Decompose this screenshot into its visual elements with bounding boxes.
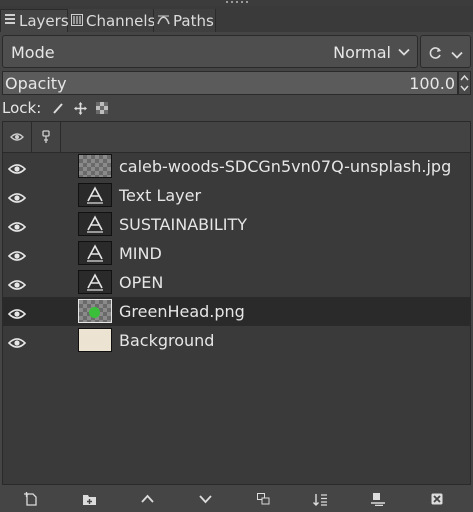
- chevron-up-icon: [140, 494, 154, 503]
- text-layer-icon: [78, 212, 112, 236]
- dock-tab-bar: Layers Channels Paths: [0, 6, 473, 32]
- mode-dropdown[interactable]: Mode Normal: [2, 35, 418, 68]
- chain-icon: [41, 130, 50, 143]
- raise-layer-button[interactable]: [136, 489, 158, 509]
- lock-row: Lock:: [2, 98, 113, 118]
- paths-icon: [157, 12, 170, 30]
- green-head-shape: [89, 307, 100, 318]
- tab-label: Layers: [19, 12, 69, 30]
- duplicate-layer-button[interactable]: [252, 489, 274, 509]
- mask-icon: [371, 493, 385, 506]
- layer-mask-button[interactable]: [367, 489, 389, 509]
- duplicate-icon: [256, 493, 269, 505]
- lock-label: Lock:: [2, 99, 42, 117]
- eye-icon[interactable]: [7, 160, 27, 179]
- composite-mode-button[interactable]: [420, 35, 471, 68]
- chevron-down-icon: [398, 43, 410, 62]
- brush-icon: [53, 103, 64, 114]
- close-icon: [431, 493, 443, 505]
- grip-dots: [226, 1, 250, 3]
- mode-label: Mode: [11, 43, 55, 62]
- chevron-down-icon: [451, 46, 463, 65]
- checkerboard-icon: [96, 102, 109, 114]
- opacity-spin-buttons[interactable]: [458, 71, 471, 95]
- layer-thumbnail: [78, 154, 112, 178]
- eye-icon[interactable]: [7, 305, 27, 324]
- layer-row-1[interactable]: Text Layer: [3, 181, 470, 210]
- chain-column-header[interactable]: [31, 122, 61, 152]
- layers-list-header: [3, 122, 470, 153]
- tab-paths[interactable]: Paths: [154, 9, 216, 32]
- lock-position-button[interactable]: [69, 99, 91, 117]
- eye-icon[interactable]: [7, 334, 27, 353]
- layer-row-2[interactable]: SUSTAINABILITY: [3, 210, 470, 239]
- composite-mode-icon: [429, 45, 443, 64]
- new-layer-group-button[interactable]: [78, 489, 100, 509]
- tab-layers[interactable]: Layers: [0, 9, 69, 32]
- eye-icon[interactable]: [7, 247, 27, 266]
- layer-name: SUSTAINABILITY: [119, 215, 248, 234]
- layer-name: Text Layer: [119, 186, 202, 205]
- eye-icon: [10, 133, 24, 141]
- lower-layer-button[interactable]: [194, 489, 216, 509]
- tab-label: Paths: [173, 11, 214, 30]
- layer-name: caleb-woods-SDCGn5vn07Q-unsplash.jpg: [119, 157, 452, 176]
- visibility-column-header[interactable]: [3, 122, 32, 152]
- text-layer-icon: [78, 183, 112, 207]
- layers-icon: [4, 12, 16, 30]
- layer-row-5[interactable]: GreenHead.png: [3, 297, 470, 326]
- chevron-down-icon: [198, 495, 212, 504]
- tab-channels[interactable]: Channels: [68, 9, 156, 32]
- merge-down-icon: [312, 493, 327, 506]
- new-layer-button[interactable]: [20, 489, 42, 509]
- lock-pixels-button[interactable]: [47, 99, 69, 117]
- layer-row-3[interactable]: MIND: [3, 239, 470, 268]
- layer-row-0[interactable]: caleb-woods-SDCGn5vn07Q-unsplash.jpg: [3, 152, 470, 181]
- layers-list: caleb-woods-SDCGn5vn07Q-unsplash.jpg Tex…: [2, 121, 471, 485]
- layer-thumbnail: [78, 328, 112, 352]
- spin-arrows-icon: [460, 74, 469, 92]
- layer-name: GreenHead.png: [119, 302, 245, 321]
- channels-icon: [71, 12, 83, 30]
- move-icon: [73, 101, 87, 115]
- folder-icon: [82, 494, 96, 505]
- layer-row-4[interactable]: OPEN: [3, 268, 470, 297]
- eye-icon[interactable]: [7, 189, 27, 208]
- opacity-value: 100.0: [409, 74, 455, 93]
- eye-icon[interactable]: [7, 276, 27, 295]
- layer-name: MIND: [119, 244, 162, 263]
- layer-name: Background: [119, 331, 215, 350]
- lock-alpha-button[interactable]: [91, 99, 113, 117]
- layer-row-6[interactable]: Background: [3, 326, 470, 355]
- delete-layer-button[interactable]: [426, 489, 448, 509]
- tab-label: Channels: [86, 11, 156, 30]
- layer-thumbnail: [78, 299, 112, 323]
- text-layer-icon: [78, 241, 112, 265]
- opacity-label: Opacity: [5, 74, 67, 93]
- mode-value: Normal: [333, 43, 391, 62]
- new-layer-icon: [24, 492, 37, 506]
- anchor-merge-button[interactable]: [309, 489, 331, 509]
- opacity-slider[interactable]: Opacity 100.0: [2, 71, 458, 95]
- eye-icon[interactable]: [7, 218, 27, 237]
- layers-footer-toolbar: [0, 485, 473, 512]
- layer-name: OPEN: [119, 273, 164, 292]
- mode-row: Mode Normal: [2, 35, 471, 68]
- text-layer-icon: [78, 270, 112, 294]
